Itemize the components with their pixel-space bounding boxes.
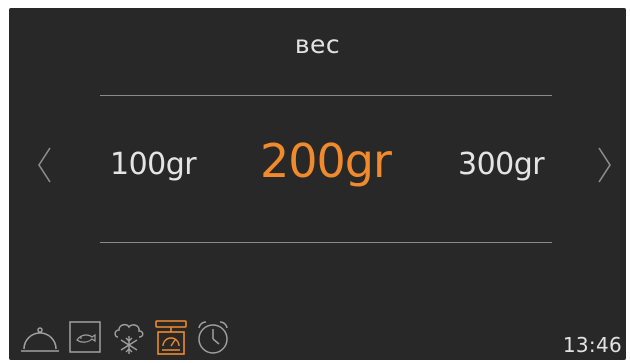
dish-icon[interactable] <box>20 319 60 357</box>
top-divider <box>100 95 552 96</box>
defrost-icon[interactable] <box>110 319 148 357</box>
page-title: вес <box>294 30 341 59</box>
chevron-right-icon[interactable] <box>597 146 613 184</box>
timer-icon[interactable] <box>194 319 232 357</box>
scale-icon[interactable] <box>153 319 189 357</box>
weight-option-selected[interactable]: 200gr <box>260 134 392 188</box>
oven-display-screen: вес 100gr 200gr 300gr 13:46 <box>9 8 626 360</box>
chevron-left-icon[interactable] <box>36 146 52 184</box>
clock-time: 13:46 <box>562 333 622 357</box>
oven-icon[interactable] <box>68 319 102 357</box>
weight-option-next[interactable]: 300gr <box>458 147 545 182</box>
weight-option-previous[interactable]: 100gr <box>110 147 197 182</box>
bottom-divider <box>100 242 552 243</box>
